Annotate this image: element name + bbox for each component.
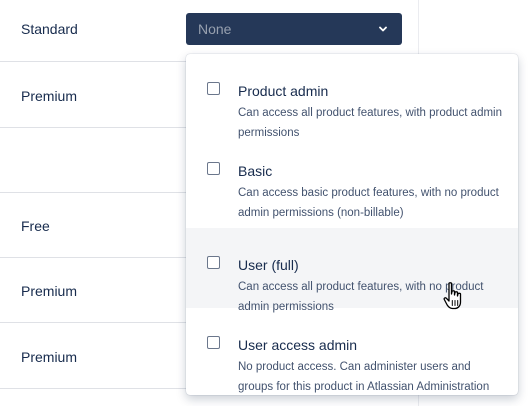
role-checkbox[interactable] [207, 162, 220, 175]
role-option-basic[interactable]: Basic Can access basic product features,… [186, 134, 518, 219]
role-option-title: User access admin [238, 337, 358, 353]
role-option-title: Product admin [238, 83, 329, 99]
chevron-down-icon [379, 26, 387, 32]
plan-label: Free [21, 218, 50, 234]
role-option-title: User (full) [238, 257, 299, 273]
role-option-user-access-admin[interactable]: User access admin No product access. Can… [186, 308, 518, 393]
role-option-description: Can access basic product features, with … [238, 187, 499, 219]
role-option-user-full[interactable]: User (full) Can access all product featu… [186, 228, 518, 313]
role-dropdown-menu: Product admin Can access all product fea… [186, 54, 518, 395]
role-select-value: None [198, 21, 232, 37]
plan-label: Standard [21, 21, 78, 37]
role-option-description: No product access. Can administer users … [238, 361, 490, 393]
hand-pointer-cursor-icon [443, 282, 462, 310]
role-select[interactable]: None [186, 13, 402, 45]
plan-label: Premium [21, 88, 78, 104]
role-option-product-admin[interactable]: Product admin Can access all product fea… [186, 54, 518, 139]
role-checkbox[interactable] [207, 336, 220, 349]
plan-label: Premium [21, 283, 78, 299]
plan-label: Premium [21, 349, 78, 365]
role-checkbox[interactable] [207, 256, 220, 269]
role-option-title: Basic [238, 163, 273, 179]
role-checkbox[interactable] [207, 82, 220, 95]
